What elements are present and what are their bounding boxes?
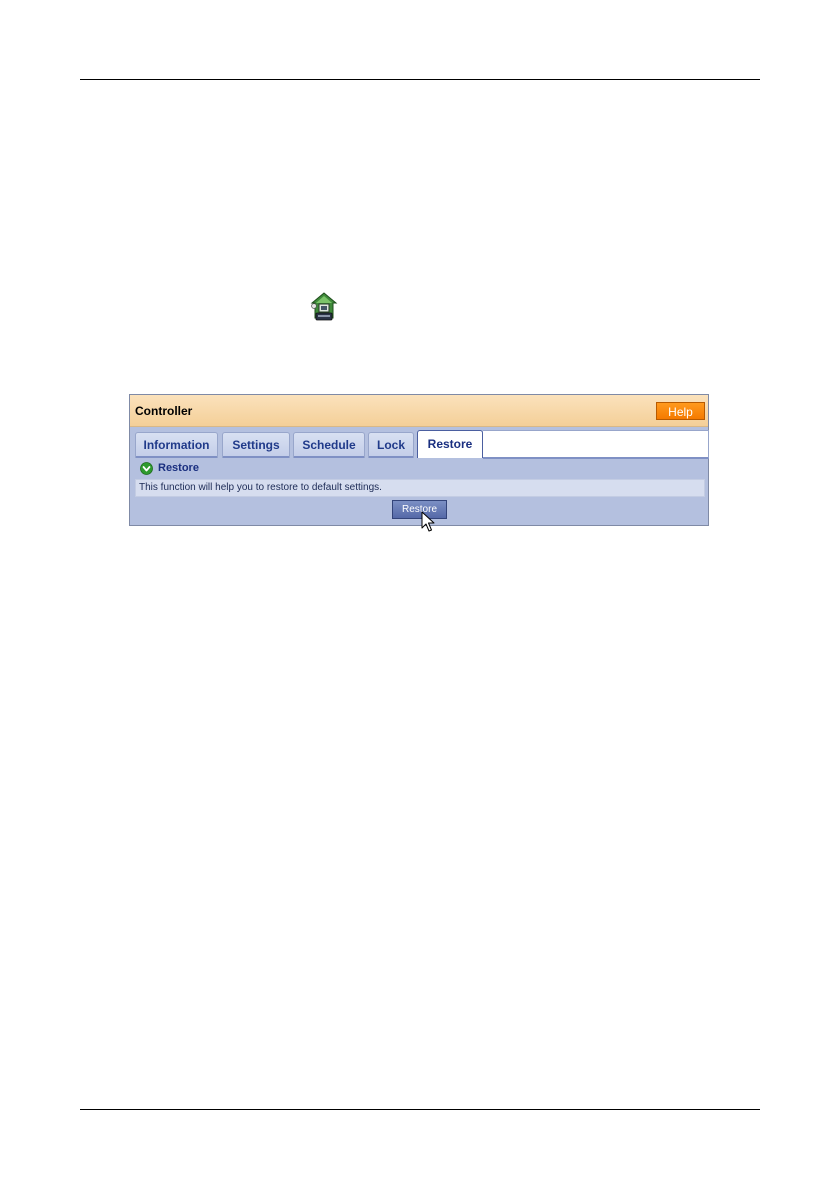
tab-schedule[interactable]: Schedule <box>293 432 365 458</box>
panel-title: Controller <box>135 404 193 418</box>
controller-icon <box>310 292 338 322</box>
page-header-rule <box>80 79 760 80</box>
tab-lock[interactable]: Lock <box>368 432 414 458</box>
description-row: This function will help you to restore t… <box>135 479 705 497</box>
tab-restore[interactable]: Restore <box>417 430 483 458</box>
tab-information[interactable]: Information <box>135 432 218 458</box>
controller-panel: Controller Help Information Settings Sch… <box>129 394 709 532</box>
description-text: This function will help you to restore t… <box>139 482 382 493</box>
restore-button[interactable]: Restore <box>392 500 447 519</box>
page-footer-rule <box>80 1109 760 1110</box>
tab-strip: Information Settings Schedule Lock Resto… <box>135 430 709 459</box>
tab-strip-filler <box>483 430 709 459</box>
panel-header: Controller Help <box>130 395 708 427</box>
section-title: Restore <box>158 462 199 474</box>
mouse-pointer-icon <box>421 511 435 533</box>
help-button[interactable]: Help <box>656 402 705 420</box>
tab-settings[interactable]: Settings <box>222 432 290 458</box>
green-chevron-down-icon[interactable] <box>140 462 153 475</box>
